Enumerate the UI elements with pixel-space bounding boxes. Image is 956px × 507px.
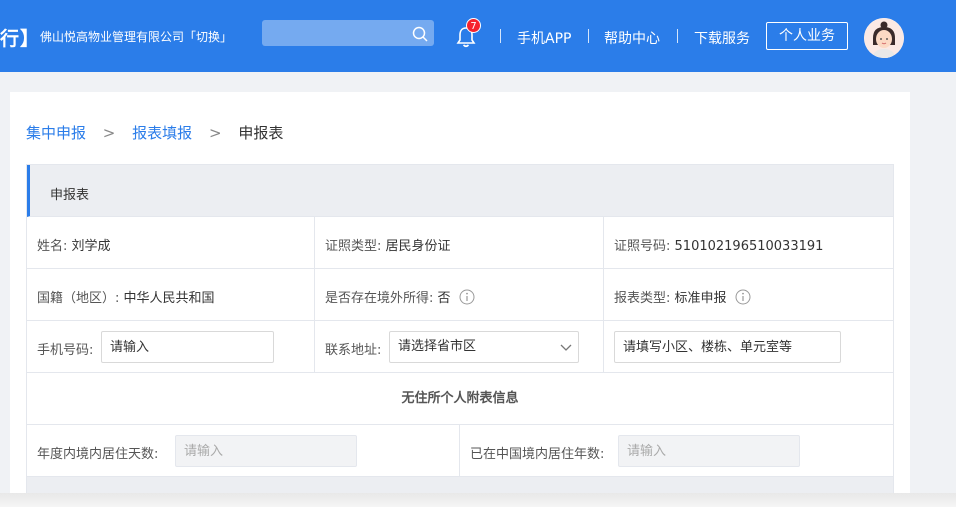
id-number-value: 510102196510033191 [674,239,824,254]
company-switcher[interactable]: 佛山悦高物业管理有限公司「切换」 [40,28,232,45]
overseas-income-label: 是否存在境外所得: [325,291,434,306]
address-region-select[interactable]: 请选择省市区 [389,331,579,363]
avatar[interactable] [864,18,904,58]
address-cell: 联系地址: 请选择省市区 [315,321,604,372]
id-number-field: 证照号码: 510102196510033191 [614,235,823,254]
nav-download[interactable]: 下载服务 [694,28,750,48]
report-type-field: 报表类型: 标准申报 [614,287,751,306]
search-input[interactable] [262,20,434,46]
report-type-cell: 报表类型: 标准申报 [604,269,893,320]
name-label: 姓名: [37,239,68,254]
nationality-label: 国籍（地区）: [37,291,120,306]
phone-input[interactable] [101,331,274,363]
table-row [27,477,893,493]
divider [588,29,589,43]
table-row: 国籍（地区）: 中华人民共和国 是否存在境外所得: 否 报表类型: 标准申报 [27,269,893,321]
brand-title: 行】 [0,28,41,50]
name-field: 姓名: 刘学成 [37,235,111,254]
info-icon[interactable] [459,289,475,305]
personal-business-button[interactable]: 个人业务 [766,22,848,50]
breadcrumb-centralized-report[interactable]: 集中申报 [26,124,86,142]
address-label: 联系地址: [325,343,382,358]
table-header: 申报表 [27,165,893,217]
report-type-label: 报表类型: [614,291,671,306]
residence-days-input[interactable] [175,435,357,467]
divider [677,29,678,43]
id-type-field: 证照类型: 居民身份证 [325,235,451,254]
overseas-income-cell: 是否存在境外所得: 否 [315,269,604,320]
address-detail-input[interactable] [614,331,841,363]
id-type-cell: 证照类型: 居民身份证 [315,217,604,268]
breadcrumb-separator: > [102,124,116,142]
table-row: 姓名: 刘学成 证照类型: 居民身份证 证照号码: 51010219651003… [27,217,893,269]
table-row: 手机号码: 联系地址: 请选择省市区 [27,321,893,373]
declaration-table: 申报表 姓名: 刘学成 证照类型: 居民身份证 证照号码: 5101021965… [26,164,894,494]
residence-years-input[interactable] [618,435,800,467]
residence-days-cell: 年度内境内居住天数: [27,425,460,476]
nationality-cell: 国籍（地区）: 中华人民共和国 [27,269,315,320]
address-detail-cell [604,321,893,372]
id-type-value: 居民身份证 [385,239,451,254]
page-bottom-edge [0,493,956,507]
breadcrumb-report-fill[interactable]: 报表填报 [132,124,192,142]
chevron-down-icon[interactable] [560,342,572,352]
phone-label: 手机号码: [37,343,94,358]
id-number-cell: 证照号码: 510102196510033191 [604,217,893,268]
residence-days-label: 年度内境内居住天数: [37,447,159,462]
breadcrumb-separator: > [208,124,222,142]
table-title: 申报表 [50,188,90,203]
name-cell: 姓名: 刘学成 [27,217,315,268]
overseas-income-field: 是否存在境外所得: 否 [325,287,475,306]
breadcrumb-current: 申报表 [238,124,284,142]
nationality-value: 中华人民共和国 [123,291,215,306]
name-value: 刘学成 [71,239,111,254]
divider [500,29,501,43]
user-avatar-icon [864,18,904,58]
id-type-label: 证照类型: [325,239,382,254]
residence-years-cell: 已在中国境内居住年数: [460,425,893,476]
id-number-label: 证照号码: [614,239,671,254]
top-header: 行】 佛山悦高物业管理有限公司「切换」 7 手机APP 帮助中心 下载服务 个人… [0,0,956,72]
residence-years-label: 已在中国境内居住年数: [470,447,605,462]
non-resident-section-title: 无住所个人附表信息 [27,373,893,425]
search-icon[interactable] [412,26,428,42]
nav-mobile-app[interactable]: 手机APP [517,28,571,48]
table-row: 年度内境内居住天数: 已在中国境内居住年数: [27,425,893,477]
nav-help-center[interactable]: 帮助中心 [604,28,660,48]
breadcrumb: 集中申报 > 报表填报 > 申报表 [26,122,283,143]
report-type-value: 标准申报 [674,291,727,306]
nationality-field: 国籍（地区）: 中华人民共和国 [37,287,215,306]
phone-cell: 手机号码: [27,321,315,372]
address-region-value: 请选择省市区 [398,339,477,354]
info-icon[interactable] [735,289,751,305]
notification-badge: 7 [466,18,481,33]
overseas-income-value: 否 [437,291,451,306]
